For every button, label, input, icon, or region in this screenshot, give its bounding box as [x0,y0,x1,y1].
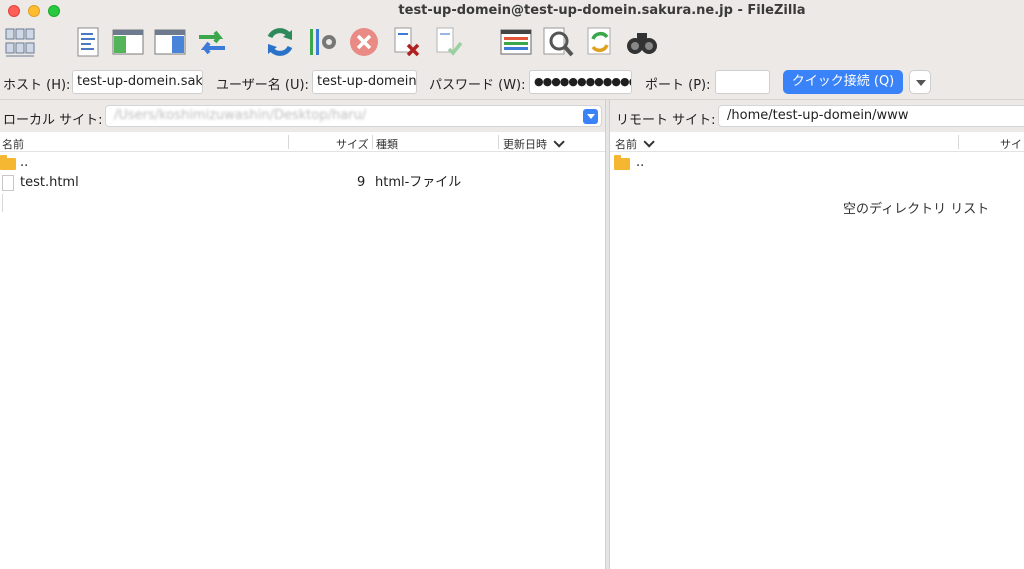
compare-icon[interactable] [540,24,576,60]
quickconnect-history-dropdown[interactable] [909,70,931,94]
host-label: ホスト (H): [3,78,71,93]
password-label: パスワード (W): [429,78,526,93]
local-col-modified-label: 更新日時 [503,138,547,151]
user-input[interactable]: test-up-domein [312,70,417,94]
user-label: ユーザー名 (U): [216,78,309,93]
chevron-down-icon [553,136,565,148]
remote-col-name-label: 名前 [615,138,637,151]
search-icon[interactable] [624,24,660,60]
transfer-queue-icon[interactable] [194,24,230,60]
local-col-size[interactable]: サイズ [336,136,369,152]
message-log-icon[interactable] [70,24,106,60]
chevron-down-icon [643,136,655,148]
disconnect-icon[interactable] [388,24,424,60]
remote-path-input[interactable]: /home/test-up-domein/www [718,105,1024,127]
refresh-icon[interactable] [262,24,298,60]
folder-icon [0,155,16,170]
cancel-icon[interactable] [346,24,382,60]
password-input[interactable]: ●●●●●●●●●●●● [529,70,632,94]
host-input[interactable]: test-up-domein.sak [72,70,203,94]
port-label: ポート (P): [645,78,711,93]
process-queue-icon[interactable] [304,24,340,60]
minimize-window-button[interactable] [28,5,40,17]
file-type: html-ファイル [375,175,462,190]
close-window-button[interactable] [8,5,20,17]
local-site-bar: ローカル サイト: /Users/koshimizuwashin/Desktop… [0,100,605,132]
site-manager-icon[interactable] [2,24,38,60]
reconnect-icon[interactable] [430,24,466,60]
local-col-type[interactable]: 種類 [376,136,398,152]
file-name: .. [636,155,645,170]
list-item[interactable]: test.html 9 html-ファイル [0,172,605,194]
quickconnect-button[interactable]: クイック接続 (Q) [783,70,903,94]
title-bar: test-up-domein@test-up-domein.sakura.ne.… [0,0,1024,22]
file-icon [2,175,14,191]
empty-directory-message: 空のディレクトリ リスト [843,202,990,217]
remote-col-size[interactable]: サイ [1000,136,1022,152]
local-site-label: ローカル サイト: [3,113,103,128]
file-size: 9 [357,175,366,190]
remote-tree-icon[interactable] [152,24,188,60]
window-title: test-up-domein@test-up-domein.sakura.ne.… [398,3,806,18]
list-item[interactable]: .. [612,152,1024,174]
column-separator[interactable] [498,135,499,149]
local-path-dropdown-icon[interactable] [583,109,598,124]
local-list-header: 名前 サイズ 種類 更新日時 [0,132,605,152]
remote-site-bar: リモート サイト: /home/test-up-domein/www [610,100,1024,132]
local-col-name[interactable]: 名前 [2,136,24,152]
local-col-modified[interactable]: 更新日時 [503,136,565,152]
port-input[interactable] [715,70,770,94]
file-name: test.html [20,175,79,190]
directory-listing-filters-icon[interactable] [498,24,534,60]
local-path-input[interactable]: /Users/koshimizuwashin/Desktop/haru/ [105,105,602,127]
list-item[interactable]: .. [0,152,605,174]
remote-site-label: リモート サイト: [616,113,716,128]
local-tree-icon[interactable] [110,24,146,60]
remote-list-header: 名前 サイ [610,132,1024,152]
remote-col-name[interactable]: 名前 [615,136,655,152]
local-path-text: /Users/koshimizuwashin/Desktop/haru/ [114,108,367,123]
sync-browse-icon[interactable] [582,24,618,60]
quickconnect-bar: ホスト (H): test-up-domein.sak ユーザー名 (U): t… [0,64,1024,100]
file-name: .. [20,155,29,170]
column-separator[interactable] [958,135,959,149]
toolbar [0,22,1024,94]
list-guide-line [2,194,3,212]
pane-splitter[interactable] [605,100,610,569]
column-separator[interactable] [288,135,289,149]
folder-icon [614,155,630,170]
column-separator[interactable] [372,135,373,149]
maximize-window-button[interactable] [48,5,60,17]
